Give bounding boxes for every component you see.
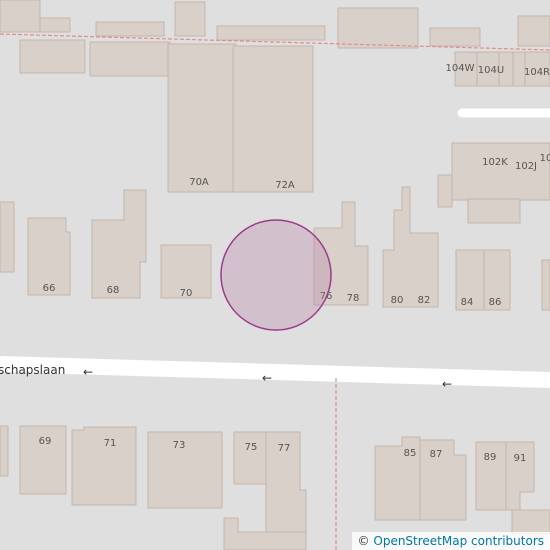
house-number: 104R bbox=[524, 67, 550, 78]
one-way-arrow-icon: ← bbox=[83, 365, 93, 379]
house-number: 102J bbox=[515, 161, 537, 172]
building bbox=[337, 7, 419, 49]
building bbox=[437, 174, 453, 208]
house-number: 87 bbox=[430, 449, 443, 460]
building bbox=[232, 45, 314, 193]
building bbox=[419, 439, 467, 521]
house-number: 102K bbox=[482, 157, 508, 168]
osm-contributors-link[interactable]: OpenStreetMap contributors bbox=[373, 534, 544, 548]
map-view[interactable]: 70A 72A 66 68 70 76 78 80 82 84 86 102K … bbox=[0, 0, 550, 550]
house-number: 84 bbox=[461, 297, 474, 308]
building bbox=[0, 425, 9, 477]
one-way-arrow-icon: ← bbox=[442, 377, 452, 391]
building bbox=[517, 15, 550, 47]
house-number: 91 bbox=[514, 453, 527, 464]
house-number: 89 bbox=[484, 452, 497, 463]
building bbox=[167, 43, 237, 193]
building bbox=[233, 431, 267, 485]
building bbox=[39, 17, 71, 33]
building bbox=[91, 189, 147, 299]
house-number: 66 bbox=[43, 283, 56, 294]
house-number: 104W bbox=[446, 63, 475, 74]
building bbox=[0, 201, 15, 273]
house-number: 73 bbox=[173, 440, 186, 451]
building bbox=[382, 186, 439, 308]
building bbox=[0, 0, 41, 33]
map-canvas: 70A 72A 66 68 70 76 78 80 82 84 86 102K … bbox=[0, 0, 550, 550]
house-number: 72A bbox=[275, 180, 295, 191]
building bbox=[467, 198, 521, 224]
building bbox=[89, 41, 171, 77]
house-number: 68 bbox=[107, 285, 120, 296]
house-number: 70 bbox=[180, 288, 193, 299]
location-radius-marker[interactable] bbox=[220, 219, 332, 331]
house-number: 82 bbox=[418, 295, 431, 306]
house-number: 70A bbox=[189, 177, 209, 188]
map-attribution: © OpenStreetMap contributors bbox=[351, 532, 550, 550]
building bbox=[216, 25, 326, 41]
house-number: 80 bbox=[391, 295, 404, 306]
house-number: 78 bbox=[347, 293, 360, 304]
house-number: 10 bbox=[540, 153, 550, 164]
house-number: 71 bbox=[104, 438, 117, 449]
building bbox=[541, 259, 550, 311]
building bbox=[511, 509, 550, 535]
house-number: 86 bbox=[489, 297, 502, 308]
one-way-arrow-icon: ← bbox=[262, 371, 272, 385]
house-number: 75 bbox=[245, 442, 258, 453]
buildings-right-mid bbox=[437, 142, 550, 224]
building bbox=[429, 27, 481, 47]
building bbox=[174, 1, 206, 37]
street-name: schapslaan bbox=[0, 363, 65, 377]
house-number: 85 bbox=[404, 448, 417, 459]
building bbox=[95, 21, 165, 37]
house-number: 104U bbox=[478, 65, 504, 76]
house-number: 77 bbox=[278, 443, 291, 454]
copyright-symbol: © bbox=[357, 534, 370, 548]
house-number: 69 bbox=[39, 436, 52, 447]
building bbox=[19, 39, 86, 74]
